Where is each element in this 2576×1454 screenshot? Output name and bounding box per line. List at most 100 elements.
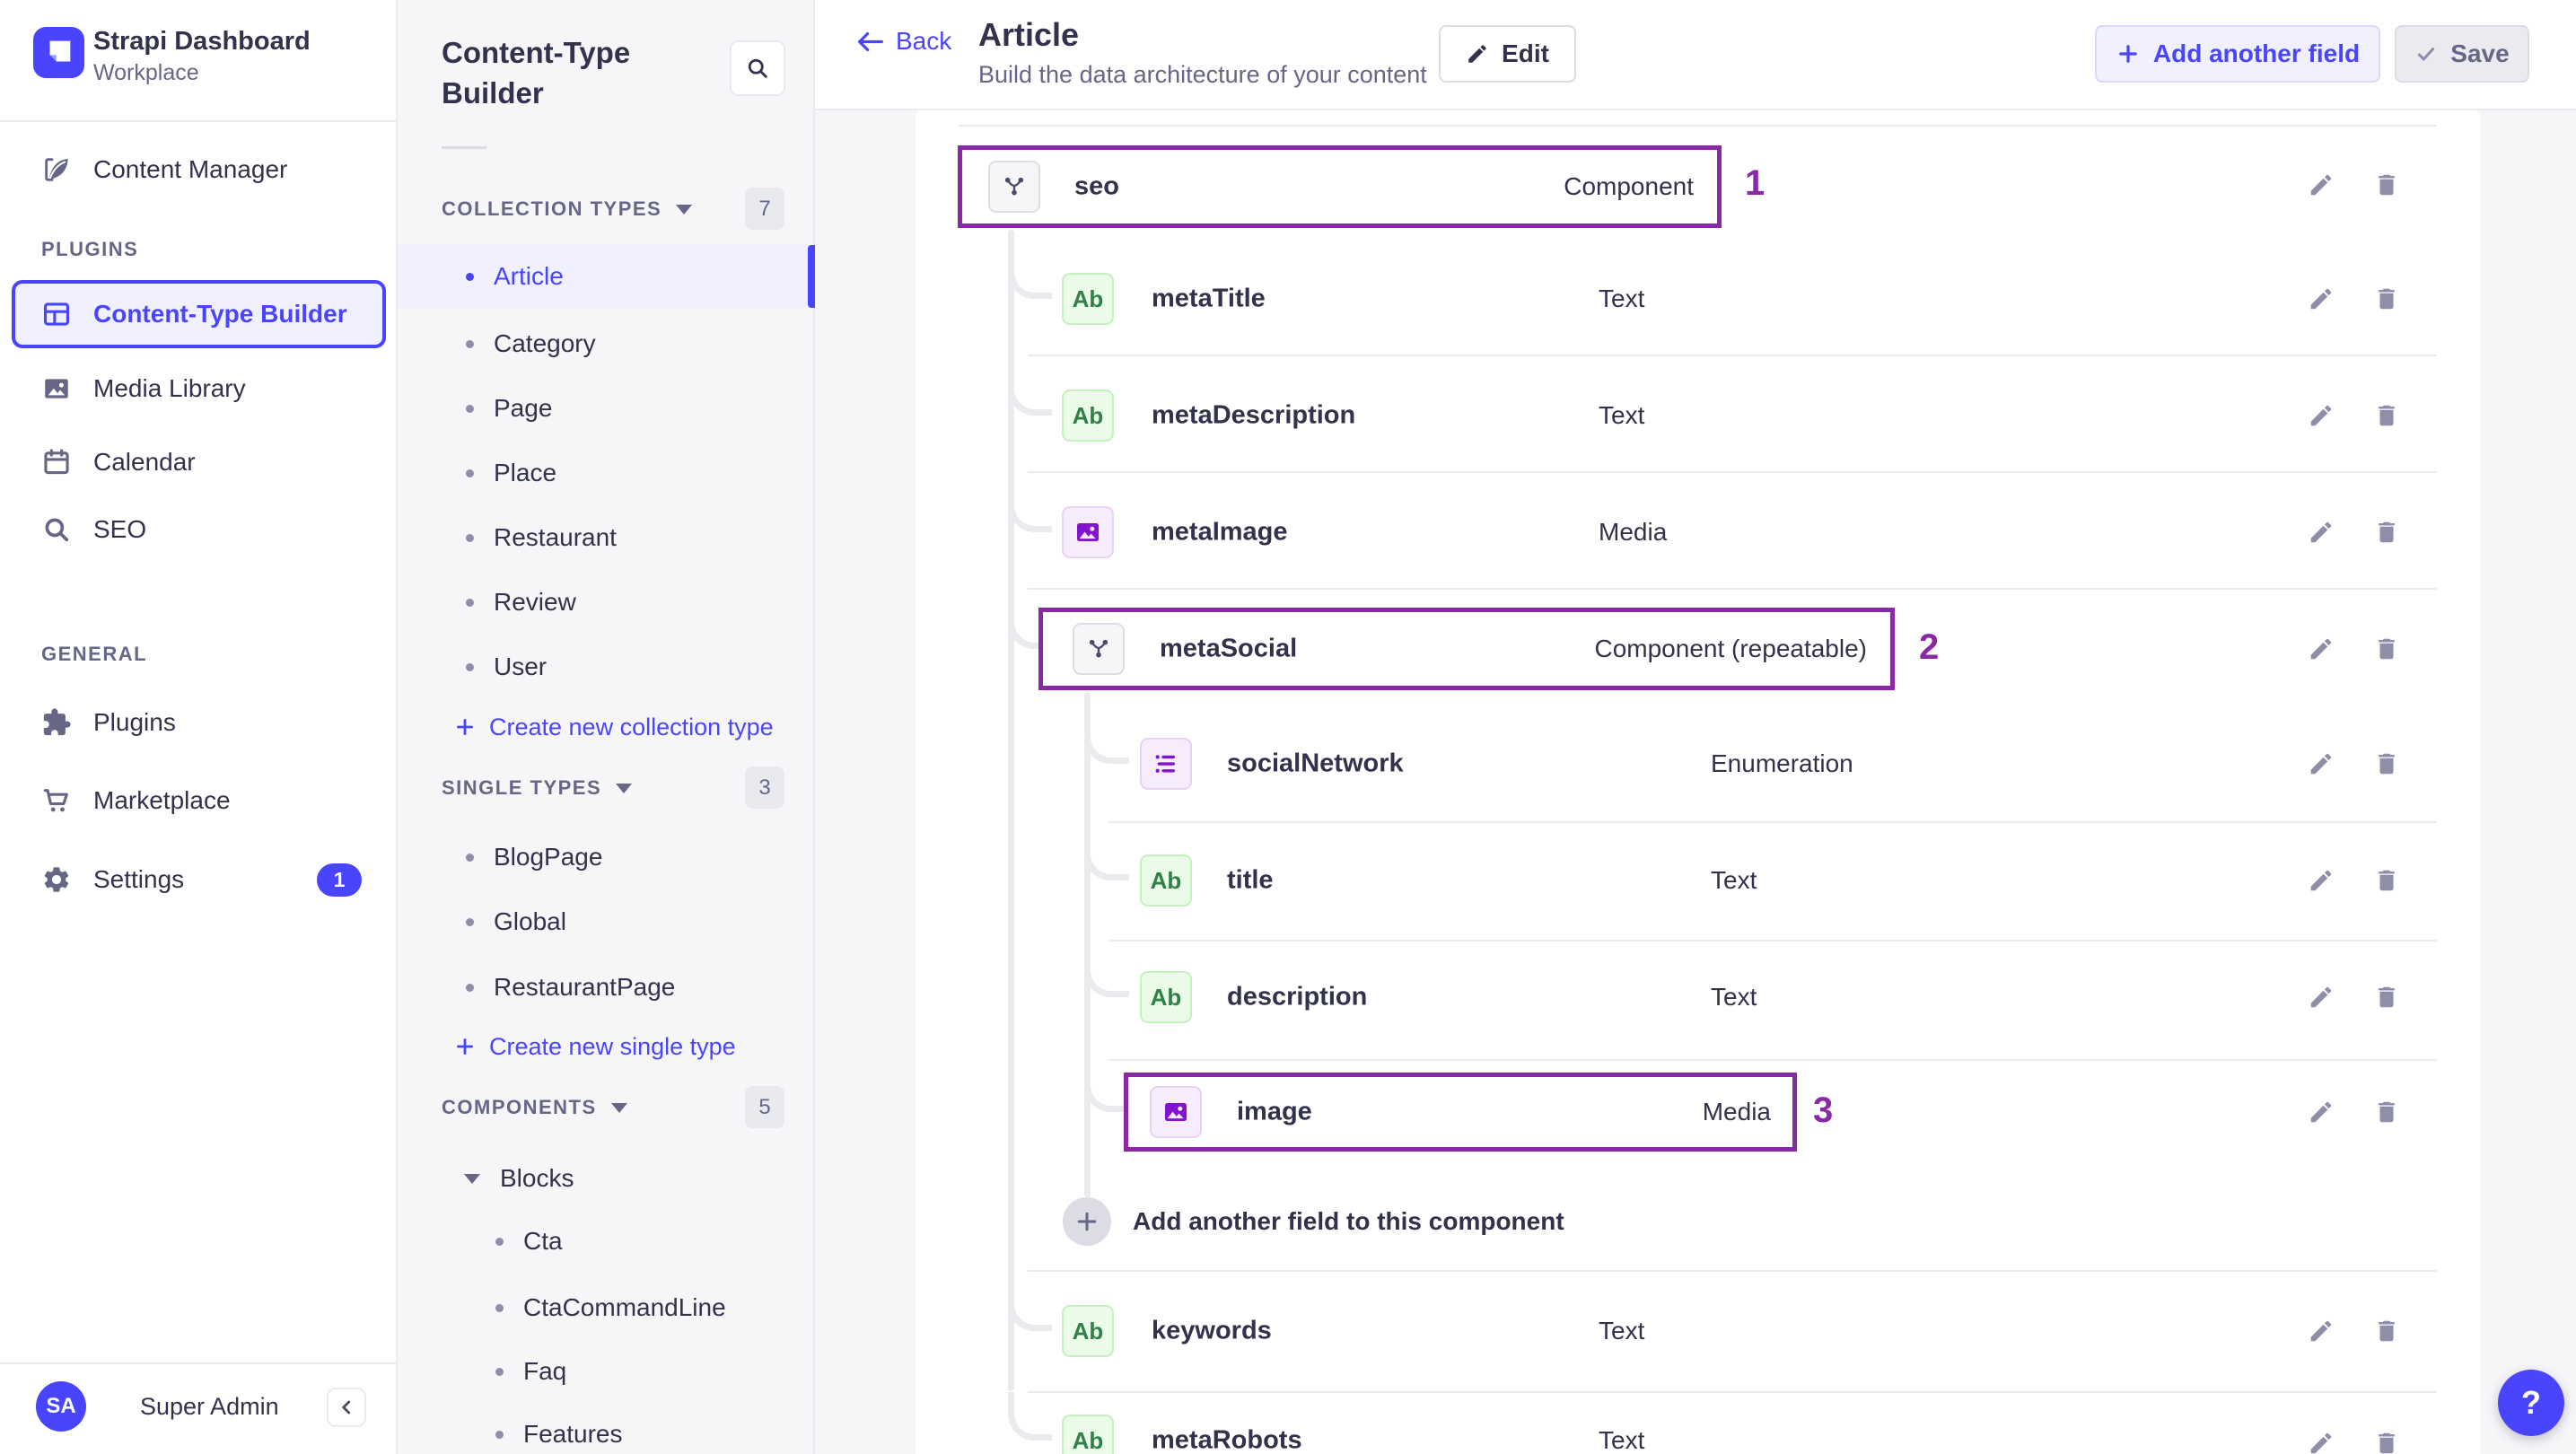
bullet-icon (466, 853, 474, 862)
sidebar-item-label: Settings (93, 865, 185, 893)
text-field-icon: Ab (1140, 971, 1192, 1023)
field-row-image[interactable]: image Media (1124, 1073, 1797, 1152)
sidebar-item-article[interactable]: Article (398, 245, 815, 308)
create-collection-type-link[interactable]: Create new collection type (398, 696, 815, 758)
sidebar-item-user[interactable]: User (398, 635, 815, 699)
delete-field-button[interactable] (2367, 512, 2406, 552)
row-actions (2301, 1423, 2427, 1454)
sidebar-item-plugins[interactable]: Plugins (0, 690, 398, 755)
sidebar-item-restaurant[interactable]: Restaurant (398, 505, 815, 570)
sidebar-item-media-library[interactable]: Media Library (0, 356, 398, 421)
field-row-seo[interactable]: seo Component (958, 145, 1722, 228)
delete-field-button[interactable] (2367, 744, 2406, 784)
row-actions (2301, 279, 2427, 319)
edit-field-button[interactable] (2301, 512, 2341, 552)
field-type: Media (1702, 1098, 1771, 1126)
components-header[interactable]: COMPONENTS 5 (398, 1086, 815, 1128)
delete-field-button[interactable] (2367, 1092, 2406, 1132)
app-title: Strapi Dashboard (93, 27, 311, 56)
delete-field-button[interactable] (2367, 629, 2406, 669)
sidebar-item-calendar[interactable]: Calendar (0, 430, 398, 495)
delete-field-button[interactable] (2367, 977, 2406, 1017)
sidebar-item-review[interactable]: Review (398, 570, 815, 635)
panel-title: Content-Type Builder (442, 36, 631, 109)
components-count: 5 (745, 1086, 784, 1128)
edit-field-button[interactable] (2301, 629, 2341, 669)
sidebar-item-label: Content Manager (93, 155, 288, 183)
divider (442, 146, 486, 149)
pencil-icon (1468, 45, 1486, 63)
edit-button[interactable]: Edit (1439, 25, 1576, 83)
pencil-icon (2310, 1432, 2332, 1454)
sidebar-item-cta[interactable]: Cta (398, 1209, 815, 1274)
single-types-header[interactable]: SINGLE TYPES 3 (398, 766, 815, 809)
trash-icon (2379, 1101, 2395, 1123)
search-button[interactable] (730, 40, 785, 96)
sidebar-item-ctacommandline[interactable]: CtaCommandLine (398, 1275, 815, 1340)
field-name: keywords (1152, 1316, 1272, 1345)
field-type: Component (1564, 172, 1694, 200)
delete-field-button[interactable] (2367, 861, 2406, 900)
avatar[interactable]: SA (36, 1381, 86, 1432)
sidebar-item-page[interactable]: Page (398, 376, 815, 441)
sidebar-item-category[interactable]: Category (398, 311, 815, 376)
sidebar-item-faq[interactable]: Faq (398, 1339, 815, 1404)
edit-field-button[interactable] (2301, 744, 2341, 784)
arrow-left-icon (858, 31, 883, 51)
edit-field-button[interactable] (2301, 1423, 2341, 1454)
edit-field-button[interactable] (2301, 1092, 2341, 1132)
bullet-icon (466, 917, 474, 926)
delete-field-button[interactable] (2367, 396, 2406, 435)
add-another-field-button[interactable]: Add another field (2095, 25, 2380, 83)
trash-icon (2379, 986, 2395, 1008)
back-link[interactable]: Back (854, 27, 951, 56)
save-button[interactable]: Save (2395, 25, 2529, 83)
sidebar-item-label: Calendar (93, 448, 196, 476)
pencil-icon (2310, 1101, 2332, 1123)
edit-field-button[interactable] (2301, 977, 2341, 1017)
edit-field-button[interactable] (2301, 861, 2341, 900)
field-type: Component (repeatable) (1594, 635, 1867, 662)
field-name: metaRobots (1152, 1425, 1302, 1454)
field-row-metaSocial[interactable]: metaSocial Component (repeatable) (1038, 608, 1895, 690)
collection-types-header[interactable]: COLLECTION TYPES 7 (398, 188, 815, 230)
pencil-icon (2310, 638, 2332, 660)
component-field-icon (1073, 623, 1125, 675)
sidebar-item-features[interactable]: Features (398, 1402, 815, 1454)
sidebar-item-marketplace[interactable]: Marketplace (0, 768, 398, 833)
create-single-type-link[interactable]: Create new single type (398, 1015, 815, 1078)
delete-field-button[interactable] (2367, 1423, 2406, 1454)
help-button[interactable]: ? (2498, 1370, 2564, 1436)
divider (1028, 1391, 2437, 1393)
edit-field-button[interactable] (2301, 396, 2341, 435)
field-name: seo (1074, 171, 1119, 201)
edit-field-button[interactable] (2301, 1311, 2341, 1351)
divider (1108, 821, 2437, 823)
edit-field-button[interactable] (2301, 165, 2341, 205)
sidebar-item-label: SEO (93, 515, 147, 543)
sidebar-item-content-manager[interactable]: Content Manager (0, 137, 398, 202)
sidebar-item-content-type-builder[interactable]: Content-Type Builder (12, 280, 386, 348)
sidebar-item-restaurantpage[interactable]: RestaurantPage (398, 955, 815, 1020)
add-field-to-component-row[interactable]: Add another field to this component (916, 1189, 2480, 1254)
field-name: metaDescription (1152, 400, 1356, 430)
strapi-logo (33, 27, 84, 78)
sidebar-item-label: Media Library (93, 374, 246, 402)
pencil-icon (2310, 288, 2332, 310)
sidebar-item-label: Plugins (93, 708, 176, 736)
edit-field-button[interactable] (2301, 279, 2341, 319)
field-name: metaImage (1152, 517, 1288, 547)
row-actions (2301, 977, 2427, 1017)
sidebar-item-global[interactable]: Global (398, 889, 815, 954)
delete-field-button[interactable] (2367, 165, 2406, 205)
bullet-icon (495, 1367, 504, 1376)
component-category-blocks[interactable]: Blocks (398, 1146, 815, 1211)
delete-field-button[interactable] (2367, 279, 2406, 319)
delete-field-button[interactable] (2367, 1311, 2406, 1351)
sidebar-item-seo[interactable]: SEO (0, 497, 398, 562)
sidebar-item-blogpage[interactable]: BlogPage (398, 825, 815, 889)
field-name: description (1227, 982, 1368, 1012)
plugins-section-label: PLUGINS (41, 238, 139, 260)
collapse-sidebar-button[interactable] (327, 1388, 366, 1427)
sidebar-item-place[interactable]: Place (398, 441, 815, 505)
